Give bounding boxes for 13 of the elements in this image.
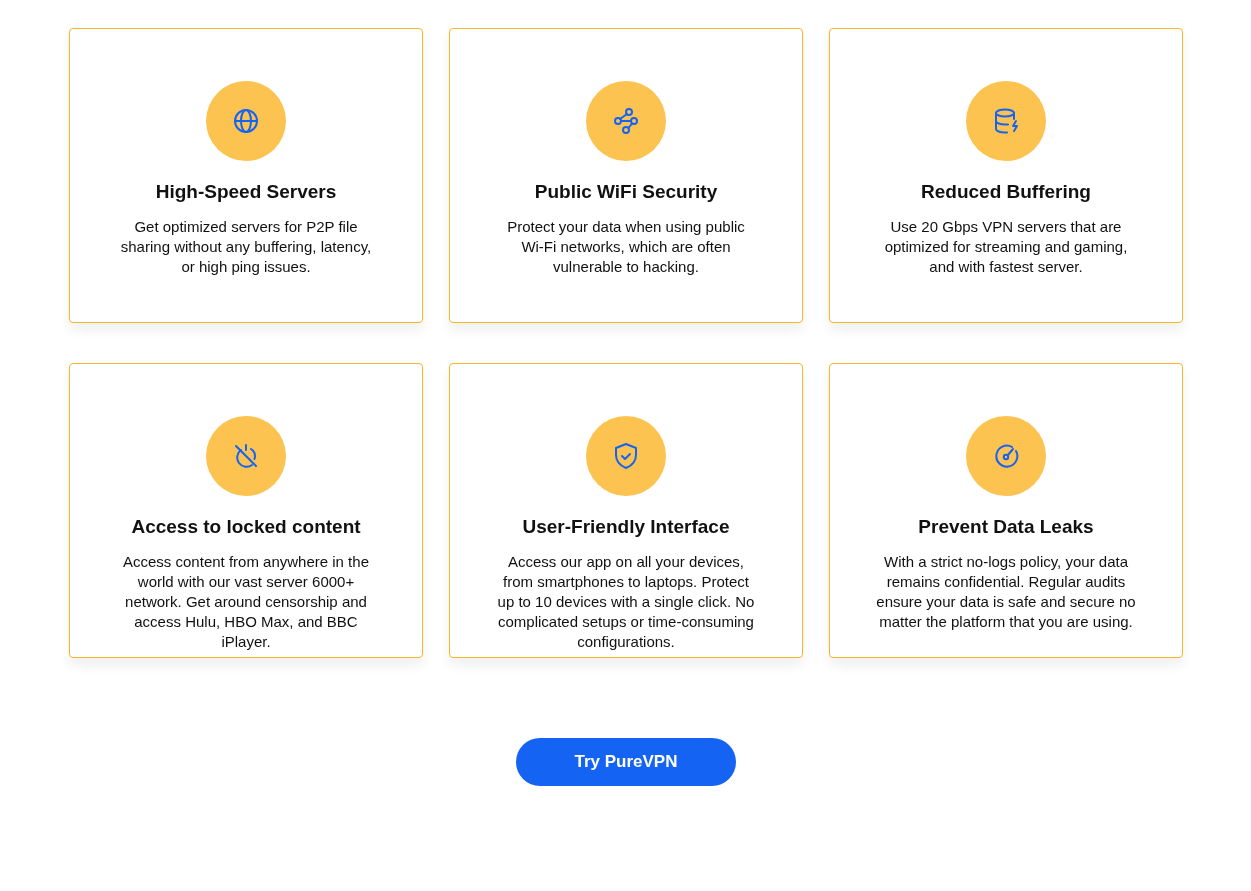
feature-description: Access our app on all your devices, from smartphones to laptops. Protect up to 10 devices with a single click. No complicated setups or time-consuming configurations. (496, 552, 756, 652)
feature-title: Public WiFi Security (534, 181, 718, 203)
feature-title: User-Friendly Interface (522, 516, 730, 538)
feature-title: Prevent Data Leaks (918, 516, 1094, 538)
feature-description: Use 20 Gbps VPN servers that are optimized for streaming and gaming, and with fastest server. (883, 217, 1129, 277)
feature-title: Access to locked content (131, 516, 361, 538)
feature-description: Access content from anywhere in the world with our vast server 6000+ network. Get around censorship and access Hulu, HBO Max, and BBC iPlayer. (122, 552, 370, 652)
feature-description: Get optimized servers for P2P file sharing without any buffering, latency, or high ping issues. (119, 217, 373, 277)
feature-title: High-Speed Servers (155, 181, 337, 203)
try-button[interactable]: Try PureVPN (516, 738, 736, 786)
feature-description: With a strict no-logs policy, your data remains confidential. Regular audits ensure your data is safe and secure no matter the platform that you are using. (875, 552, 1137, 632)
feature-title: Reduced Buffering (921, 181, 1091, 203)
feature-description: Protect your data when using public Wi-Fi networks, which are often vulnerable to hacking. (506, 217, 746, 277)
